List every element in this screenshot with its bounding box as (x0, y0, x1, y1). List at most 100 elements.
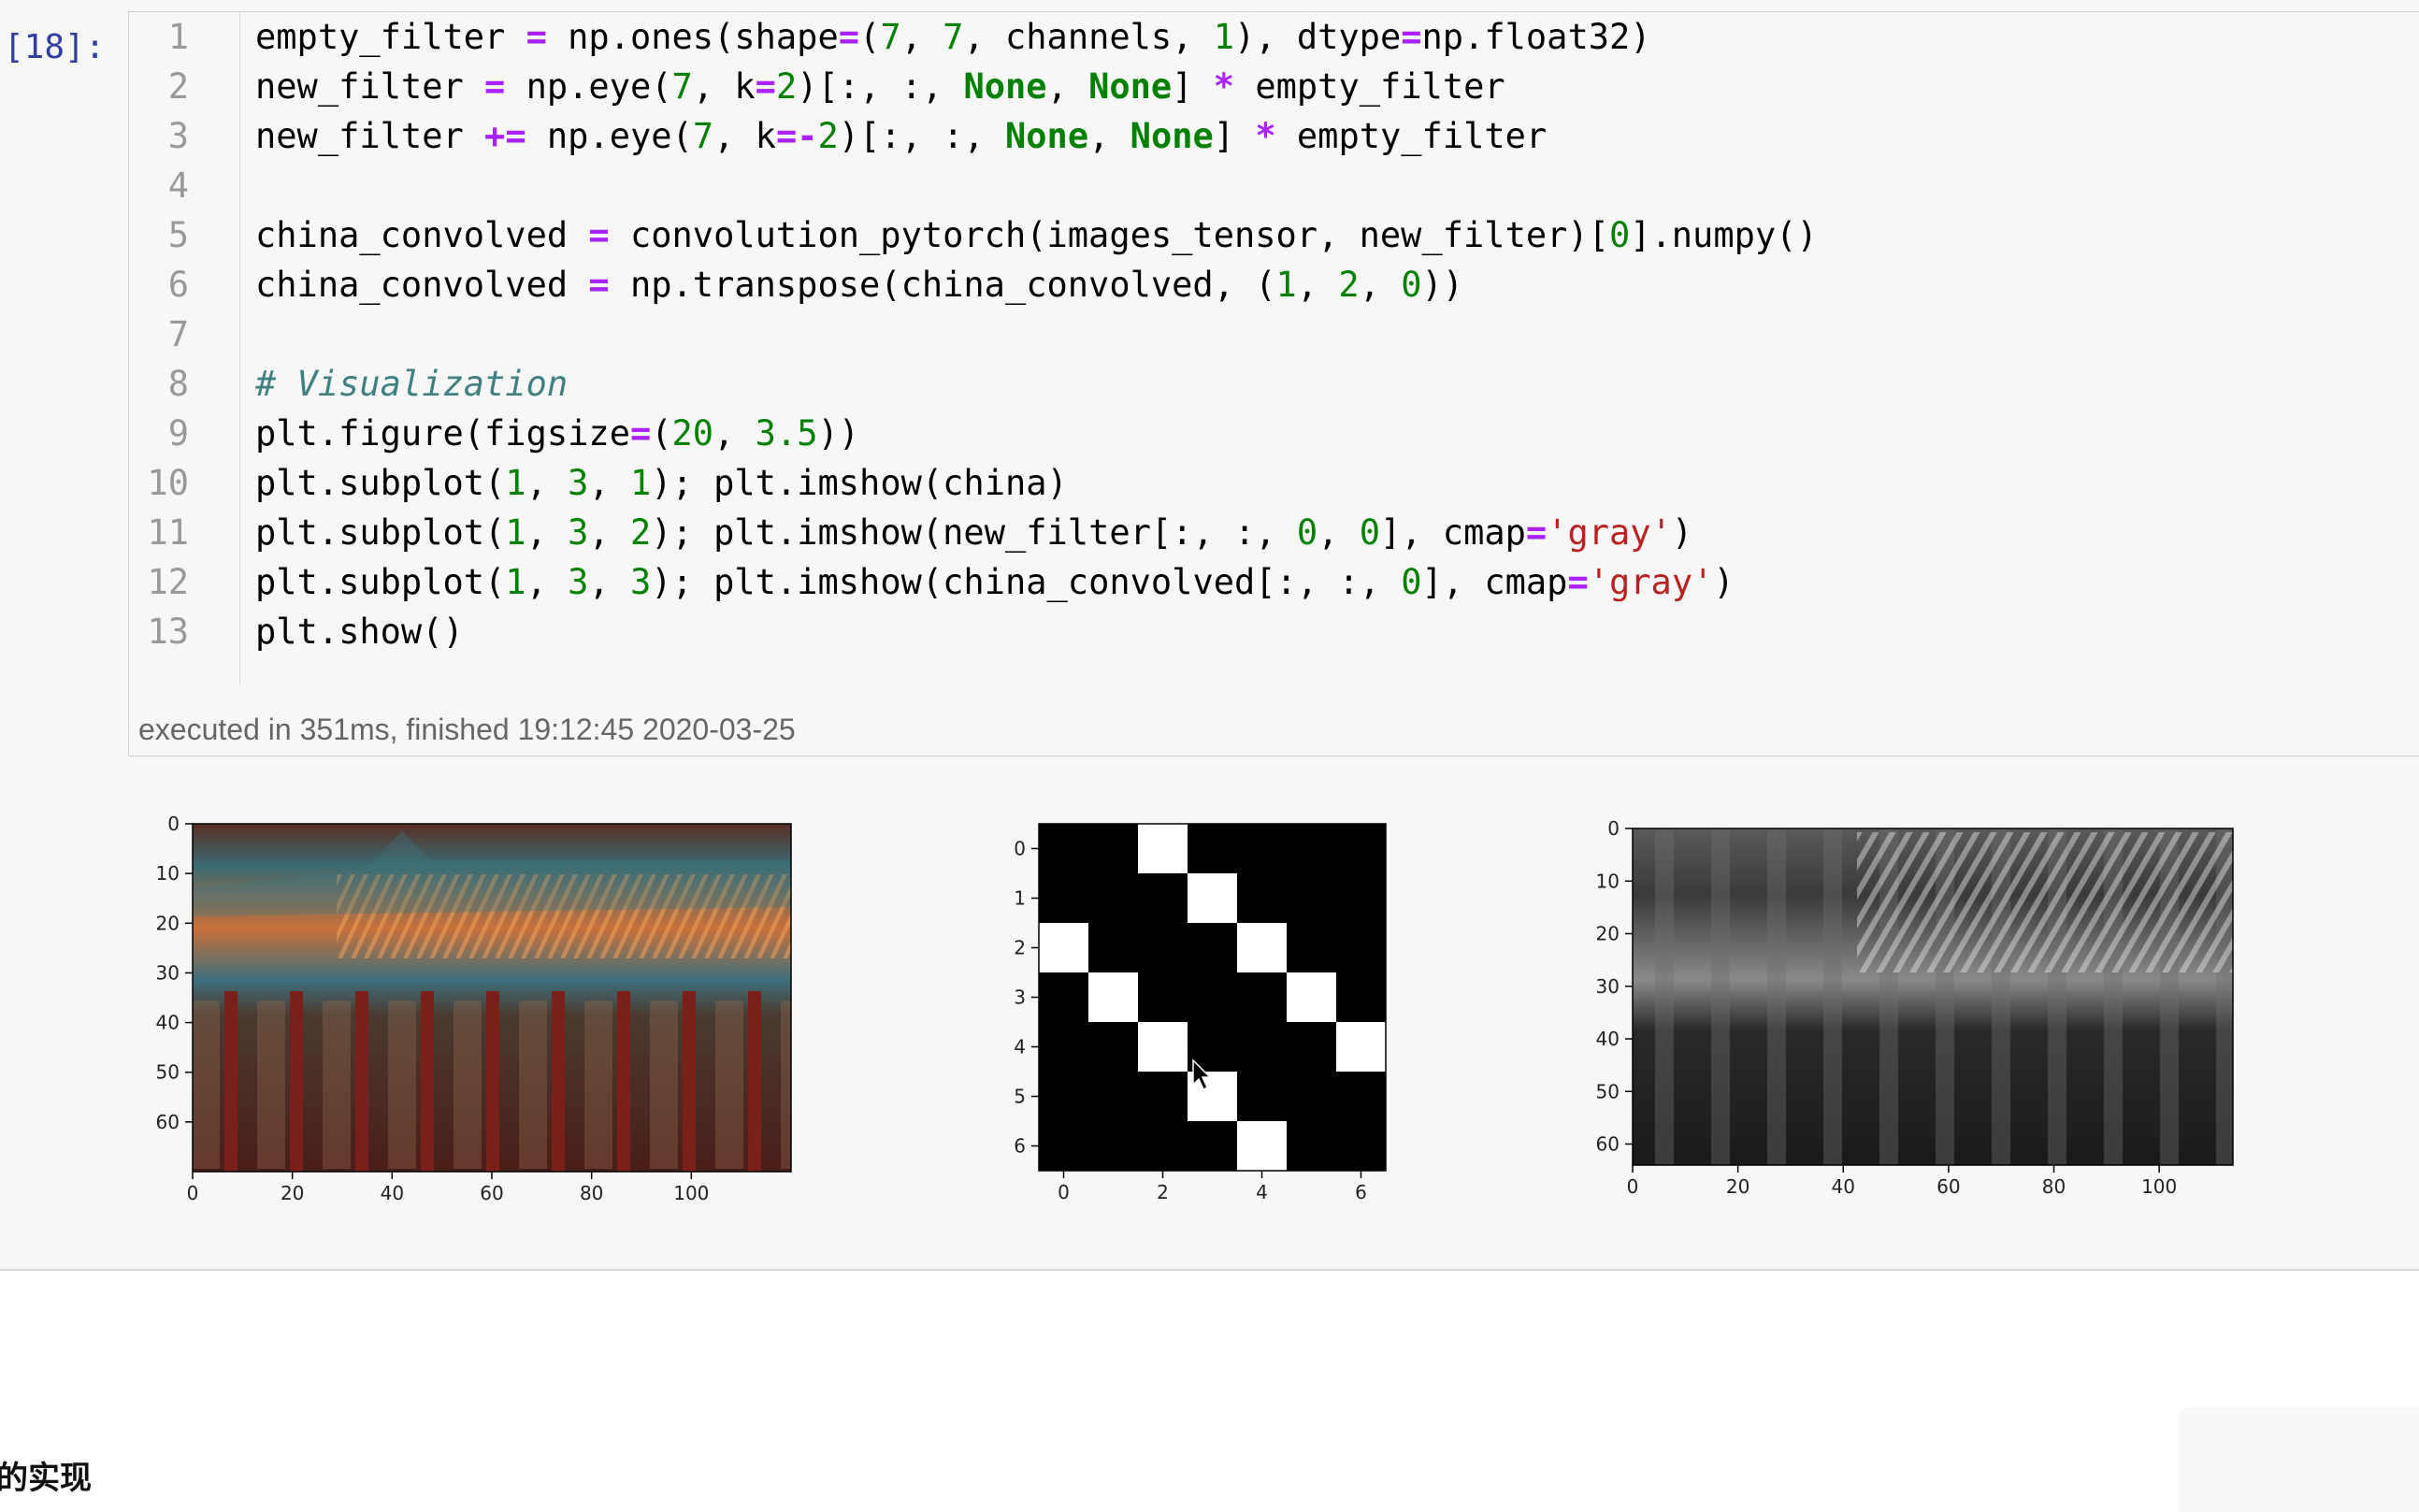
code-line[interactable]: new_filter = np.eye(7, k=2)[:, :, None, … (255, 66, 1505, 107)
code-line[interactable]: new_filter += np.eye(7, k=-2)[:, :, None… (255, 116, 1547, 156)
line-number: 1 (167, 17, 189, 57)
code-token: empty_filter (1234, 66, 1505, 107)
y-tick-label: 4 (1014, 1036, 1026, 1058)
execution-info-bar: executed in 351ms, finished 19:12:45 202… (128, 703, 2419, 756)
x-tick-label: 20 (1726, 1175, 1749, 1198)
code-token: None (1088, 66, 1173, 107)
code-token: plt.show() (255, 612, 464, 652)
code-token: np.eye( (526, 116, 693, 156)
code-token: china_convolved (255, 215, 589, 255)
code-token: = (526, 17, 547, 57)
subplot-convolved-image: 0 20 40 60 80 100 0 10 20 30 40 50 60 (1596, 817, 2234, 1198)
code-line[interactable]: plt.subplot(1, 3, 3); plt.imshow(china_c… (255, 562, 1735, 602)
section-heading: 的实现 (0, 1460, 92, 1497)
x-tick-label: 100 (2141, 1175, 2177, 1198)
y-tick-label: 1 (1014, 887, 1026, 910)
y-tick-label: 6 (1014, 1135, 1026, 1158)
code-token: None (1130, 116, 1214, 156)
y-tick-label: 20 (156, 912, 180, 934)
line-number: 4 (167, 166, 189, 206)
code-token: , (1088, 116, 1130, 156)
y-tick-label: 60 (1596, 1133, 1620, 1156)
code-line[interactable]: plt.show() (255, 612, 464, 652)
y-tick-label: 0 (1014, 838, 1026, 860)
code-token: empty_filter (1275, 116, 1548, 156)
code-token: ); plt.imshow(china_convolved[:, :, (651, 562, 1402, 602)
convolved-diagonal-features (1857, 832, 2233, 972)
y-tick-label: 20 (1596, 923, 1620, 945)
code-editor[interactable]: 1 2 3 4 5 6 7 8 9 10 11 12 13 empty_filter = np.ones… (128, 11, 2419, 705)
code-token: =- (775, 116, 818, 156)
code-token: 3 (630, 562, 652, 602)
cell-output-area: 0 20 40 60 80 100 0 10 20 30 40 50 60 02460123456 02… (122, 804, 2384, 1206)
code-token: , (1359, 265, 1402, 305)
x-tick-label: 6 (1355, 1181, 1367, 1203)
code-line[interactable]: empty_filter = np.ones(shape=(7, 7, chan… (255, 17, 1651, 57)
code-token: china_convolved (255, 265, 589, 305)
code-token: 0 (1359, 512, 1380, 553)
filter-cell-one (1237, 923, 1287, 972)
execution-info-text: executed in 351ms, finished 19:12:45 202… (138, 713, 796, 746)
y-tick-label: 3 (1014, 986, 1026, 1009)
code-token: )) (817, 413, 860, 454)
floating-widget[interactable] (2179, 1407, 2419, 1512)
filter-cell-one (1336, 1022, 1386, 1072)
x-tick-label: 80 (580, 1182, 603, 1204)
code-token: = (588, 265, 610, 305)
filter-cell-one (1287, 972, 1336, 1022)
code-token: ] (1172, 66, 1214, 107)
code-token: = (629, 413, 652, 454)
line-number: 13 (147, 612, 189, 652)
code-token: ( (859, 17, 881, 57)
code-line[interactable]: china_convolved = convolution_pytorch(im… (255, 215, 1818, 255)
code-line[interactable]: plt.subplot(1, 3, 1); plt.imshow(china) (255, 463, 1068, 503)
code-token: 1 (505, 562, 526, 602)
y-tick-label: 40 (156, 1012, 180, 1034)
x-tick-label: 60 (1937, 1175, 1960, 1198)
code-token: plt.subplot( (255, 463, 506, 503)
x-tick-label: 2 (1157, 1181, 1169, 1203)
code-line[interactable]: plt.figure(figsize=(20, 3.5)) (255, 413, 859, 454)
filter-cell-one (1237, 1121, 1287, 1171)
y-tick-label: 10 (156, 862, 180, 885)
code-token: = (838, 17, 860, 57)
code-token: += (484, 116, 526, 156)
x-tick-label: 0 (1058, 1181, 1070, 1203)
y-tick-label: 50 (156, 1061, 180, 1084)
filter-cell-one (1088, 972, 1138, 1022)
code-token: , (713, 413, 756, 454)
code-token: , (900, 17, 943, 57)
code-token: * (1213, 66, 1235, 107)
line-number: 3 (167, 116, 189, 156)
code-token: np.float32) (1421, 17, 1651, 57)
x-tick-label: 40 (381, 1182, 404, 1204)
code-token: np.transpose(china_convolved, ( (609, 265, 1276, 305)
y-tick-label: 50 (1596, 1080, 1620, 1102)
code-token: 3 (568, 562, 589, 602)
x-tick-label: 0 (187, 1182, 199, 1204)
code-token: = (1401, 17, 1422, 57)
code-token: 2 (1338, 265, 1360, 305)
code-line[interactable]: # Visualization (255, 364, 568, 404)
code-line[interactable]: china_convolved = np.transpose(china_con… (255, 265, 1463, 305)
code-token: ], cmap (1379, 512, 1526, 553)
x-tick-label: 0 (1627, 1175, 1639, 1198)
code-token: = (1525, 512, 1548, 553)
code-token: 0 (1296, 512, 1318, 553)
notebook-code-cell[interactable]: [18]: 1 2 3 4 5 6 7 8 9 10 11 12 13 empty_filter = n… (0, 0, 2419, 1271)
y-tick-label: 0 (167, 813, 180, 835)
y-tick-label: 30 (1596, 975, 1620, 998)
y-tick-label: 40 (1596, 1028, 1620, 1050)
code-line[interactable]: plt.subplot(1, 3, 2); plt.imshow(new_fil… (255, 512, 1692, 553)
line-number: 12 (147, 562, 189, 602)
code-token: 1 (505, 512, 526, 553)
code-token: 20 (671, 413, 714, 454)
code-token: np.ones(shape (546, 17, 839, 57)
code-token: , (588, 512, 630, 553)
code-token: , (1317, 512, 1360, 553)
line-number: 11 (147, 512, 189, 553)
code-token: , (588, 463, 630, 503)
x-tick-label: 4 (1256, 1181, 1268, 1203)
code-token: 7 (943, 17, 964, 57)
code-token: 2 (817, 116, 839, 156)
